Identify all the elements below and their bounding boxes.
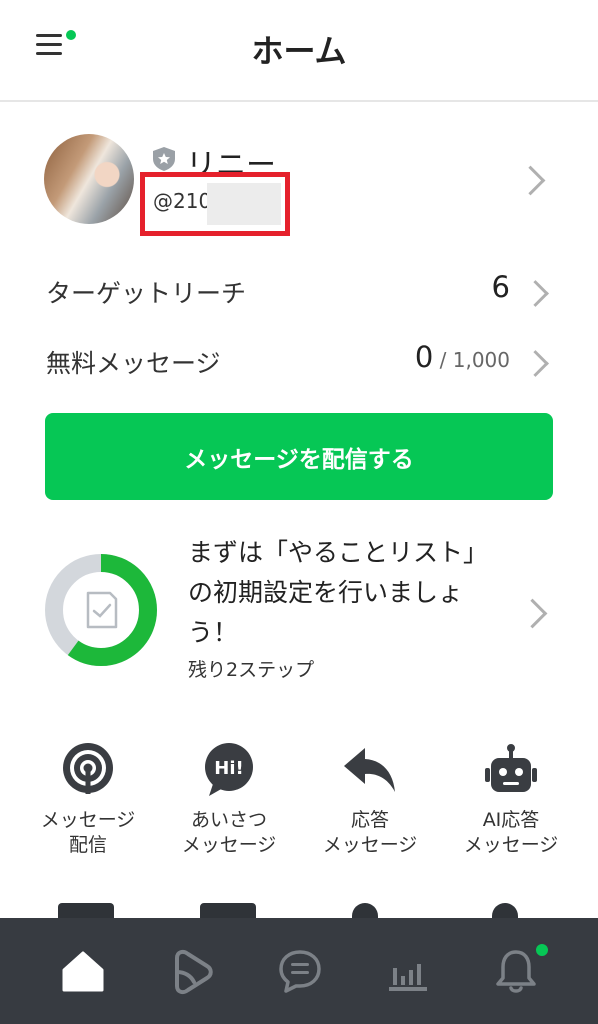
broadcast-icon: [63, 743, 113, 794]
svg-text:Hi!: Hi!: [214, 758, 243, 779]
target-reach-label: ターゲットリーチ: [46, 279, 247, 308]
chat-icon[interactable]: [275, 946, 325, 996]
chevron-right-icon: [517, 598, 548, 629]
analytics-icon[interactable]: [383, 946, 433, 996]
document-check-icon: [86, 591, 118, 629]
account-id: @210: [153, 189, 212, 213]
account-id-highlight: @210: [140, 172, 290, 236]
free-message-value: 0: [414, 340, 434, 374]
quick-action-greeting[interactable]: Hi! あいさつ メッセージ: [154, 740, 304, 858]
account-profile-row[interactable]: リニー @210: [0, 120, 598, 240]
todo-list-card[interactable]: まずは「やることリスト」の初期設定を行いましょう！ 残り2ステップ: [0, 525, 598, 695]
free-message-count: 0 / 1,000: [415, 340, 510, 374]
voom-icon[interactable]: [167, 946, 217, 996]
quick-action-label: メッセージ 配信: [40, 809, 136, 856]
reply-arrow-icon: [344, 748, 395, 792]
chevron-right-icon: [522, 350, 549, 377]
notification-dot: [534, 942, 550, 958]
quick-action-label: あいさつ メッセージ: [181, 809, 277, 856]
quick-action-label: 応答 メッセージ: [322, 809, 418, 856]
target-reach-value: 6: [491, 270, 510, 304]
todo-remaining-steps: 残り2ステップ: [188, 659, 315, 681]
send-message-button[interactable]: メッセージを配信する: [45, 413, 553, 500]
quick-action-broadcast[interactable]: メッセージ 配信: [13, 740, 163, 858]
free-message-row[interactable]: 無料メッセージ 0 / 1,000: [0, 332, 598, 392]
chevron-right-icon: [515, 165, 546, 196]
avatar: [44, 134, 134, 224]
chevron-right-icon: [522, 280, 549, 307]
home-icon[interactable]: [58, 946, 108, 996]
hi-bubble-icon: Hi!: [205, 743, 253, 796]
free-message-label: 無料メッセージ: [46, 349, 221, 378]
bell-icon[interactable]: [491, 946, 541, 996]
free-message-total: / 1,000: [433, 348, 510, 372]
quick-action-reply[interactable]: 応答 メッセージ: [295, 740, 445, 858]
progress-ring: [45, 554, 157, 666]
robot-icon: [485, 744, 537, 792]
quick-actions: メッセージ 配信 Hi! あいさつ メッセージ 応答 メッセージ AI応答 メッ…: [0, 740, 598, 870]
quick-action-ai-reply[interactable]: AI応答 メッセージ: [436, 740, 586, 858]
account-id-mask: [207, 183, 281, 225]
page-title: ホーム: [251, 32, 347, 70]
star-shield-icon: [153, 147, 175, 171]
app-header: ホーム: [0, 0, 598, 102]
quick-action-label: AI応答 メッセージ: [463, 809, 559, 856]
target-reach-row[interactable]: ターゲットリーチ 6: [0, 262, 598, 322]
todo-message: まずは「やることリスト」の初期設定を行いましょう！: [188, 538, 489, 647]
bottom-tab-bar: [0, 918, 598, 1024]
